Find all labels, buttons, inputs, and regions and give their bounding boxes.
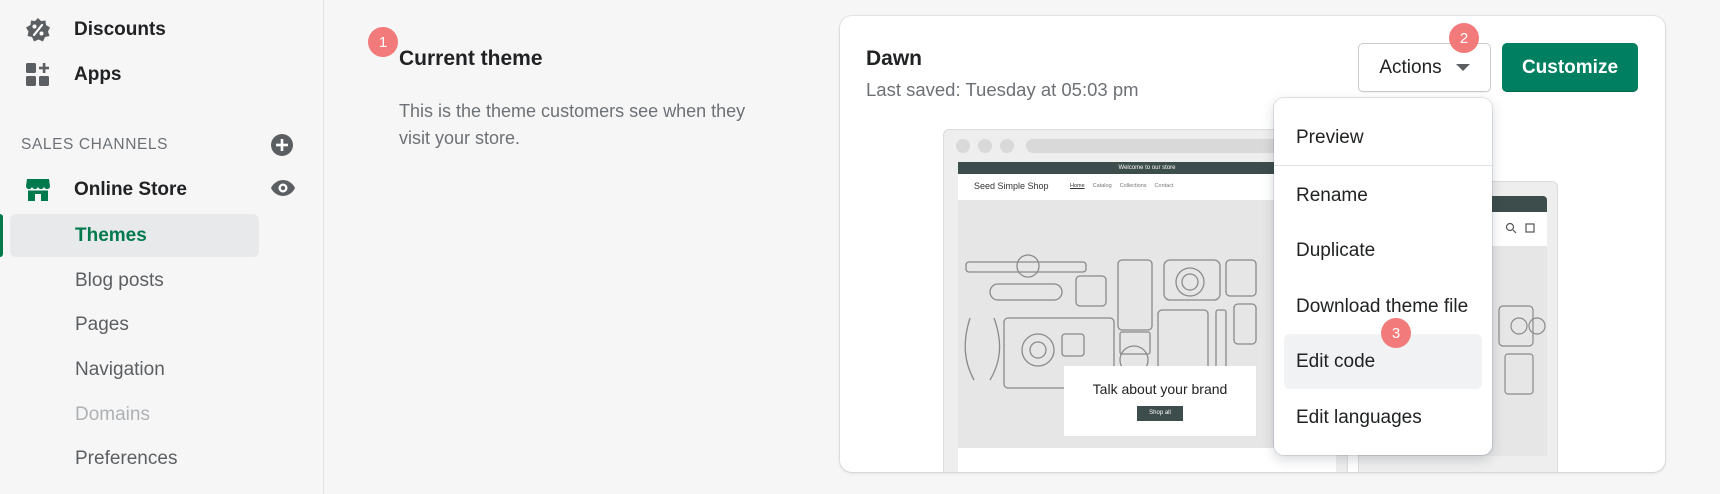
sidebar-item-label: Themes xyxy=(75,224,147,246)
shop-name: Seed Simple Shop xyxy=(974,181,1049,191)
page-title: Current theme xyxy=(399,47,543,70)
step-badge-3: 3 xyxy=(1381,318,1411,348)
theme-card: Dawn Last saved: Tuesday at 05:03 pm Act… xyxy=(840,16,1665,472)
menu-item-edit-languages[interactable]: Edit languages xyxy=(1274,392,1492,444)
discount-icon xyxy=(24,16,52,44)
nav-online-store[interactable]: Online Store xyxy=(24,176,187,204)
eye-icon[interactable] xyxy=(270,178,296,198)
actions-menu: Preview Rename Duplicate Download theme … xyxy=(1274,98,1492,455)
step-badge-1: 1 xyxy=(368,27,398,57)
nav-discounts-label: Discounts xyxy=(74,19,166,40)
caret-down-icon xyxy=(1455,64,1470,71)
sidebar-item-label: Preferences xyxy=(75,447,178,469)
nav-discounts[interactable]: Discounts xyxy=(24,16,166,44)
menu-item-duplicate[interactable]: Duplicate xyxy=(1274,225,1492,277)
hero-heading: Talk about your brand xyxy=(1092,381,1228,397)
sidebar-item-label: Pages xyxy=(75,313,129,335)
shop-nav-item: Home xyxy=(1070,183,1085,189)
sidebar-item-pages[interactable]: Pages xyxy=(10,303,259,346)
theme-name: Dawn xyxy=(866,47,923,70)
shop-nav-item: Collections xyxy=(1119,183,1147,189)
customize-button[interactable]: Customize xyxy=(1502,43,1638,92)
shop-nav-item: Contact xyxy=(1154,183,1174,189)
step-badge-2: 2 xyxy=(1449,23,1479,53)
sidebar-item-label: Domains xyxy=(75,403,150,425)
browser-dots xyxy=(956,139,1014,153)
hero-text-box: Talk about your brand Shop all xyxy=(1064,366,1256,436)
sidebar-item-navigation[interactable]: Navigation xyxy=(10,348,259,391)
last-saved: Last saved: Tuesday at 05:03 pm xyxy=(866,79,1139,100)
add-channel-icon[interactable] xyxy=(270,133,294,157)
shop-all-button: Shop all xyxy=(1137,406,1183,421)
active-indicator xyxy=(0,214,3,257)
sidebar-item-label: Navigation xyxy=(75,358,165,380)
sidebar: Discounts Apps SALES CHANNELS Online Sto… xyxy=(0,0,324,494)
sidebar-item-label: Blog posts xyxy=(75,269,164,291)
sidebar-item-domains[interactable]: Domains xyxy=(10,393,259,436)
sidebar-item-preferences[interactable]: Preferences xyxy=(10,437,259,480)
nav-online-store-label: Online Store xyxy=(74,179,187,200)
store-icon xyxy=(24,176,52,204)
shop-nav: Home Catalog Collections Contact xyxy=(1070,183,1174,189)
menu-item-rename[interactable]: Rename xyxy=(1274,170,1492,222)
shop-nav-item: Catalog xyxy=(1092,183,1112,189)
menu-item-edit-code[interactable]: Edit code xyxy=(1284,334,1482,389)
address-bar xyxy=(1026,139,1316,153)
page-description: This is the theme customers see when the… xyxy=(399,101,746,148)
menu-item-preview[interactable]: Preview xyxy=(1274,112,1492,164)
nav-apps-label: Apps xyxy=(74,64,122,85)
menu-divider xyxy=(1274,165,1492,166)
sales-channels-heading: SALES CHANNELS xyxy=(21,136,169,153)
actions-label: Actions xyxy=(1379,56,1442,78)
sidebar-item-themes[interactable]: Themes xyxy=(10,214,259,257)
sidebar-item-blog-posts[interactable]: Blog posts xyxy=(10,259,259,302)
nav-apps[interactable]: Apps xyxy=(24,61,122,89)
apps-icon xyxy=(24,61,52,89)
